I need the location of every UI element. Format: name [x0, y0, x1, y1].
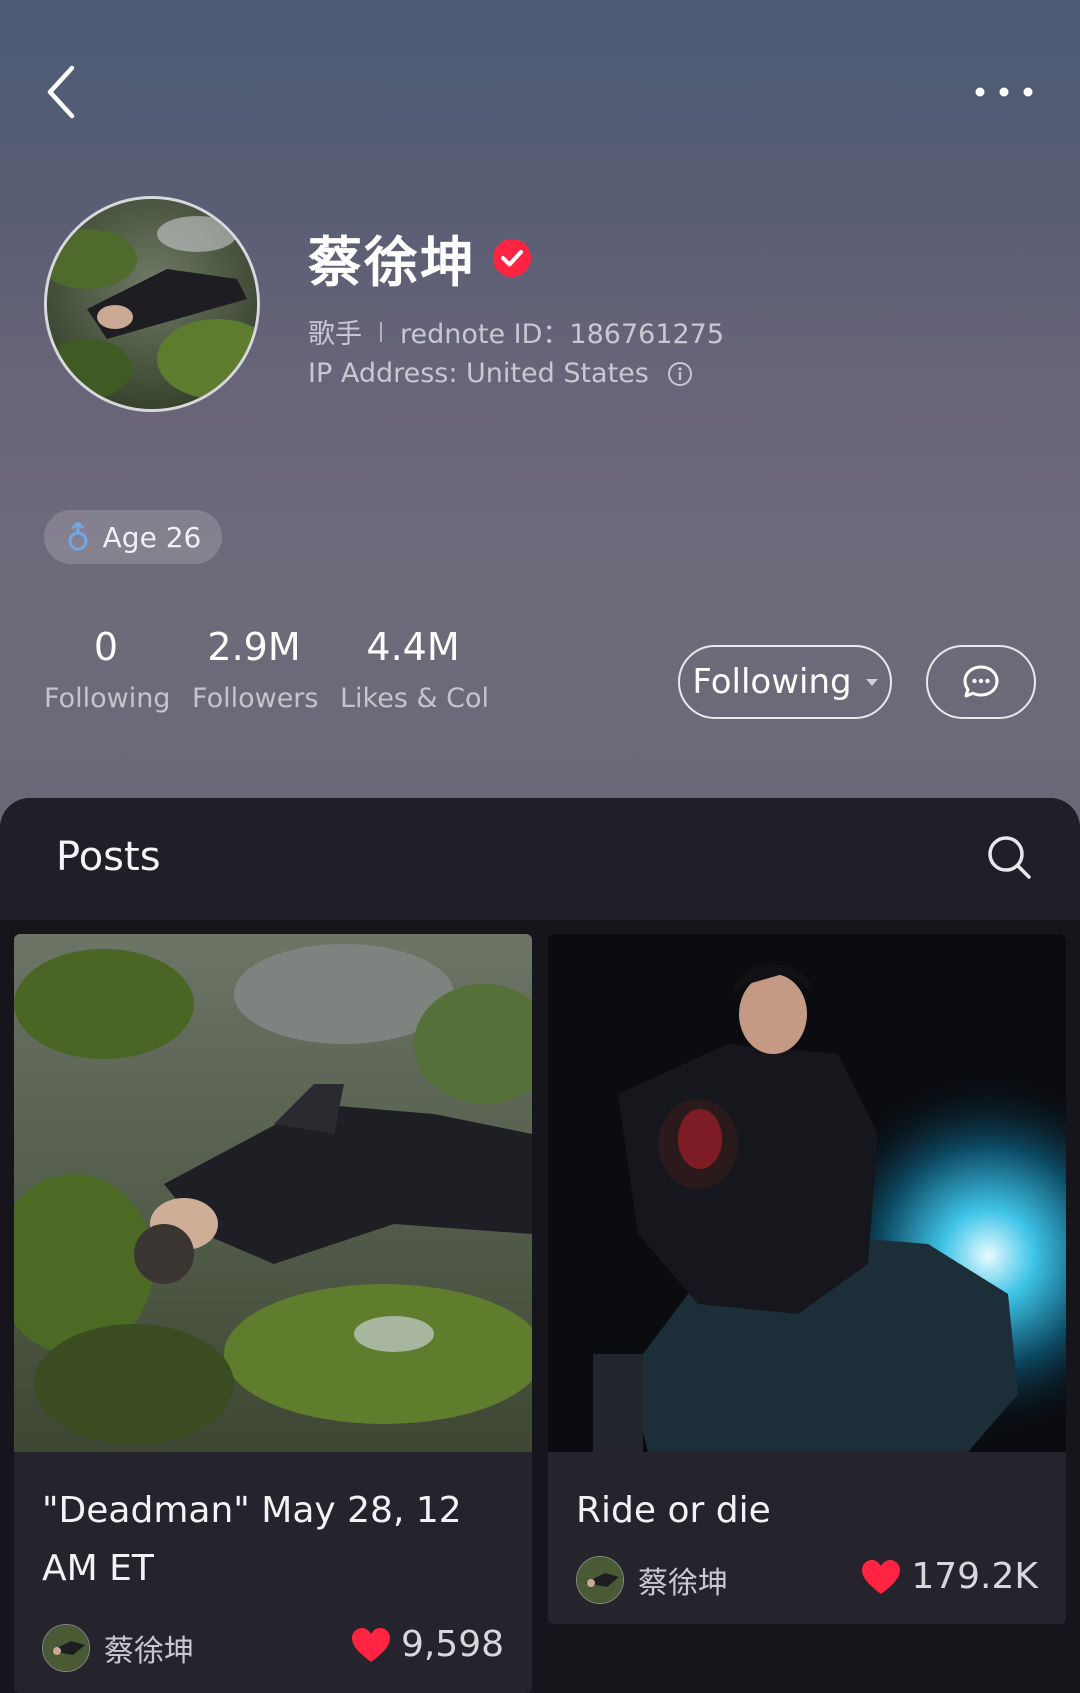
male-icon: [68, 522, 88, 551]
profile-name: 蔡徐坤: [308, 231, 476, 294]
stat-label: Likes & Col: [340, 683, 489, 714]
post-title: "Deadman" May 28, 12 AM ET: [42, 1490, 462, 1589]
heart-icon: [351, 1627, 390, 1662]
age-tag: Age 26: [44, 510, 222, 564]
occupation: 歌手: [308, 319, 362, 350]
ip-line: IP Address: United States: [308, 358, 693, 389]
avatar: [42, 1624, 90, 1672]
post-image: [548, 934, 1066, 1452]
post-author[interactable]: 蔡徐坤: [576, 1556, 728, 1604]
stat-label: Following: [44, 683, 171, 714]
chat-bubble-icon: [963, 665, 999, 698]
divider: [380, 321, 382, 342]
post-title: Ride or die: [576, 1490, 771, 1531]
content-panel: Posts "Deadman" May 28, 12 AM ET 蔡徐坤 9,5…: [0, 798, 1080, 1693]
stat-followers[interactable]: 2.9M Followers: [192, 625, 319, 714]
more-dots-icon: [975, 87, 1033, 97]
likes-value: 9,598: [400, 1624, 504, 1665]
post-card[interactable]: Ride or die 蔡徐坤 179.2K: [548, 934, 1066, 1624]
chevron-down-icon: [865, 678, 878, 686]
stat-value: 2.9M: [207, 625, 301, 669]
stat-value: 4.4M: [366, 625, 460, 669]
following-button[interactable]: Following: [678, 645, 892, 719]
author-name: 蔡徐坤: [104, 1634, 194, 1669]
post-card[interactable]: "Deadman" May 28, 12 AM ET 蔡徐坤 9,598: [14, 934, 532, 1693]
following-label: Following: [692, 662, 852, 702]
id-line: 歌手 rednote ID：186761275: [308, 312, 724, 351]
stat-likes[interactable]: 4.4M Likes & Col: [340, 625, 489, 714]
post-author[interactable]: 蔡徐坤: [42, 1624, 194, 1672]
like-count[interactable]: 9,598: [351, 1624, 504, 1665]
stat-label: Followers: [192, 683, 319, 714]
back-arrow-icon: [47, 65, 75, 119]
tab-bar: Posts: [0, 798, 1080, 920]
message-button[interactable]: [926, 645, 1036, 719]
heart-icon: [862, 1559, 901, 1594]
age-label: Age 26: [102, 520, 202, 554]
verified-icon: [493, 238, 531, 277]
post-image: [14, 934, 532, 1452]
tab-posts[interactable]: Posts: [56, 834, 161, 880]
info-icon[interactable]: [667, 361, 693, 387]
like-count[interactable]: 179.2K: [861, 1556, 1038, 1597]
likes-value: 179.2K: [911, 1556, 1038, 1597]
rednote-id[interactable]: rednote ID：186761275: [400, 312, 724, 351]
search-icon: [988, 836, 1031, 879]
ip-address: IP Address: United States: [308, 358, 649, 389]
avatar[interactable]: [44, 196, 260, 412]
back-button[interactable]: [44, 62, 84, 122]
stat-value: 0: [93, 625, 119, 669]
author-name: 蔡徐坤: [638, 1566, 728, 1601]
profile-header: 蔡徐坤 歌手 rednote ID：186761275 IP Address: …: [0, 0, 1080, 830]
name-row: 蔡徐坤: [308, 218, 532, 297]
search-button[interactable]: [986, 834, 1032, 880]
avatar-image: [47, 199, 257, 409]
stat-following[interactable]: 0 Following: [44, 625, 171, 714]
more-button[interactable]: [972, 78, 1036, 106]
avatar: [576, 1556, 624, 1604]
